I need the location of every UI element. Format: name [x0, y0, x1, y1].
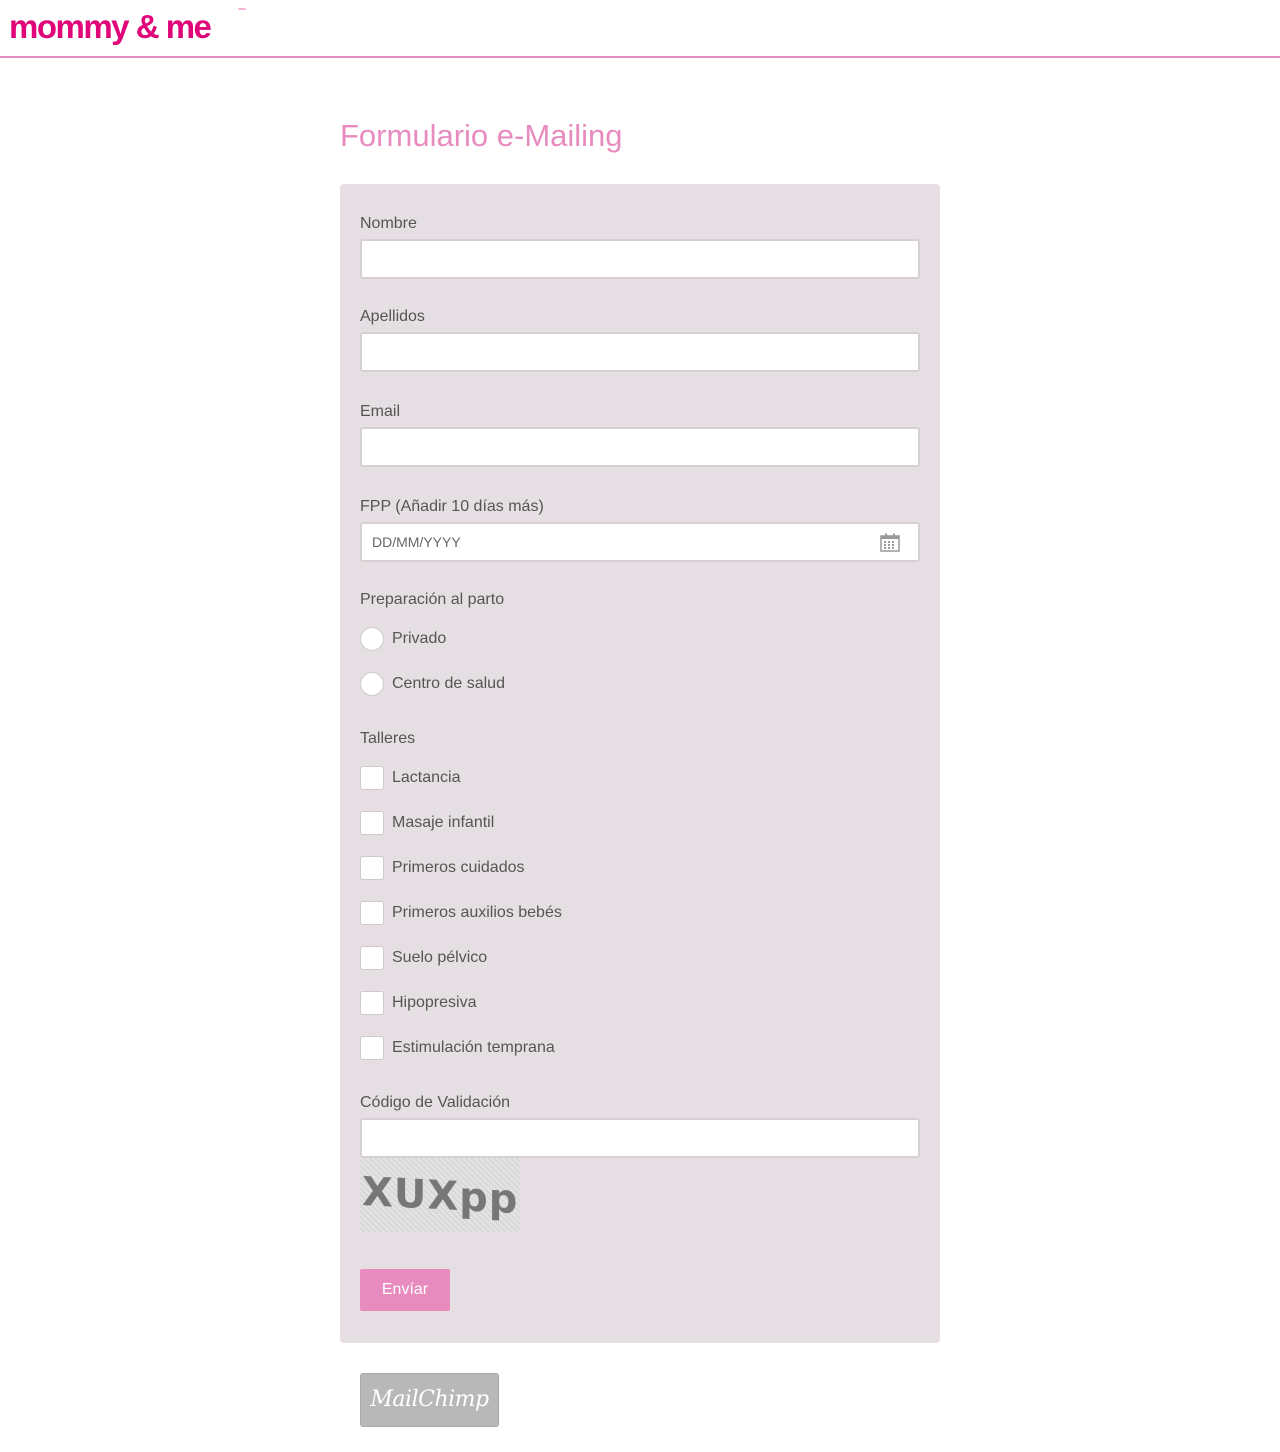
email-label: Email — [360, 403, 401, 420]
checkbox-option-hipopresiva[interactable]: Hipopresiva — [360, 991, 476, 1015]
preparacion-label: Preparación al parto — [360, 591, 505, 608]
apellidos-input[interactable] — [362, 334, 918, 370]
radio-option-privado[interactable]: Privado — [360, 627, 446, 651]
checkbox-label: Suelo pélvico — [392, 949, 488, 966]
radio-button[interactable] — [360, 627, 384, 651]
checkbox-option-estimulacion-temprana[interactable]: Estimulación temprana — [360, 1036, 555, 1060]
nombre-input[interactable] — [362, 241, 918, 277]
apellidos-field-box — [360, 332, 920, 372]
fpp-date-input[interactable] — [362, 524, 918, 560]
mailchimp-badge[interactable]: MailChimp — [360, 1373, 499, 1427]
validation-field-box — [360, 1118, 920, 1158]
nombre-label: Nombre — [360, 215, 417, 232]
mailchimp-logo-text: MailChimp — [370, 1387, 489, 1412]
checkbox-label: Estimulación temprana — [392, 1039, 555, 1056]
checkbox[interactable] — [360, 946, 384, 970]
checkbox-option-primeros-cuidados[interactable]: Primeros cuidados — [360, 856, 525, 880]
checkbox-label: Primeros cuidados — [392, 859, 525, 876]
checkbox[interactable] — [360, 901, 384, 925]
captcha-image: XUXppN — [360, 1158, 520, 1232]
checkbox-label: Primeros auxilios bebés — [392, 904, 562, 921]
checkbox-option-primeros-auxilios[interactable]: Primeros auxilios bebés — [360, 901, 562, 925]
submit-button[interactable]: Envíar — [360, 1269, 450, 1311]
logo-decoration — [238, 8, 246, 10]
checkbox-option-suelo-pelvico[interactable]: Suelo pélvico — [360, 946, 487, 970]
checkbox[interactable] — [360, 856, 384, 880]
captcha-text: XUXppN — [362, 1168, 520, 1226]
page-title: Formulario e-Mailing — [340, 118, 623, 153]
radio-button[interactable] — [360, 672, 384, 696]
radio-label: Privado — [392, 630, 447, 647]
checkbox-label: Masaje infantil — [392, 814, 495, 831]
radio-label: Centro de salud — [392, 675, 505, 692]
email-input[interactable] — [362, 429, 918, 465]
fpp-field-box — [360, 522, 920, 562]
checkbox[interactable] — [360, 811, 384, 835]
talleres-label: Talleres — [360, 730, 416, 747]
radio-option-centro-de-salud[interactable]: Centro de salud — [360, 672, 505, 696]
nombre-field-box — [360, 239, 920, 279]
brand-logo[interactable]: mommy & me — [9, 5, 212, 49]
validation-label: Código de Validación — [360, 1094, 511, 1111]
checkbox[interactable] — [360, 991, 384, 1015]
apellidos-label: Apellidos — [360, 308, 425, 325]
calendar-icon[interactable] — [880, 533, 900, 552]
checkbox-option-masaje-infantil[interactable]: Masaje infantil — [360, 811, 494, 835]
checkbox-label: Hipopresiva — [392, 994, 477, 1011]
checkbox-option-lactancia[interactable]: Lactancia — [360, 766, 461, 790]
fpp-label: FPP (Añadir 10 días más) — [360, 498, 544, 515]
checkbox-label: Lactancia — [392, 769, 461, 786]
validation-code-input[interactable] — [362, 1120, 918, 1156]
site-header: mommy & me — [0, 0, 1280, 58]
email-field-box — [360, 427, 920, 467]
checkbox[interactable] — [360, 1036, 384, 1060]
checkbox[interactable] — [360, 766, 384, 790]
